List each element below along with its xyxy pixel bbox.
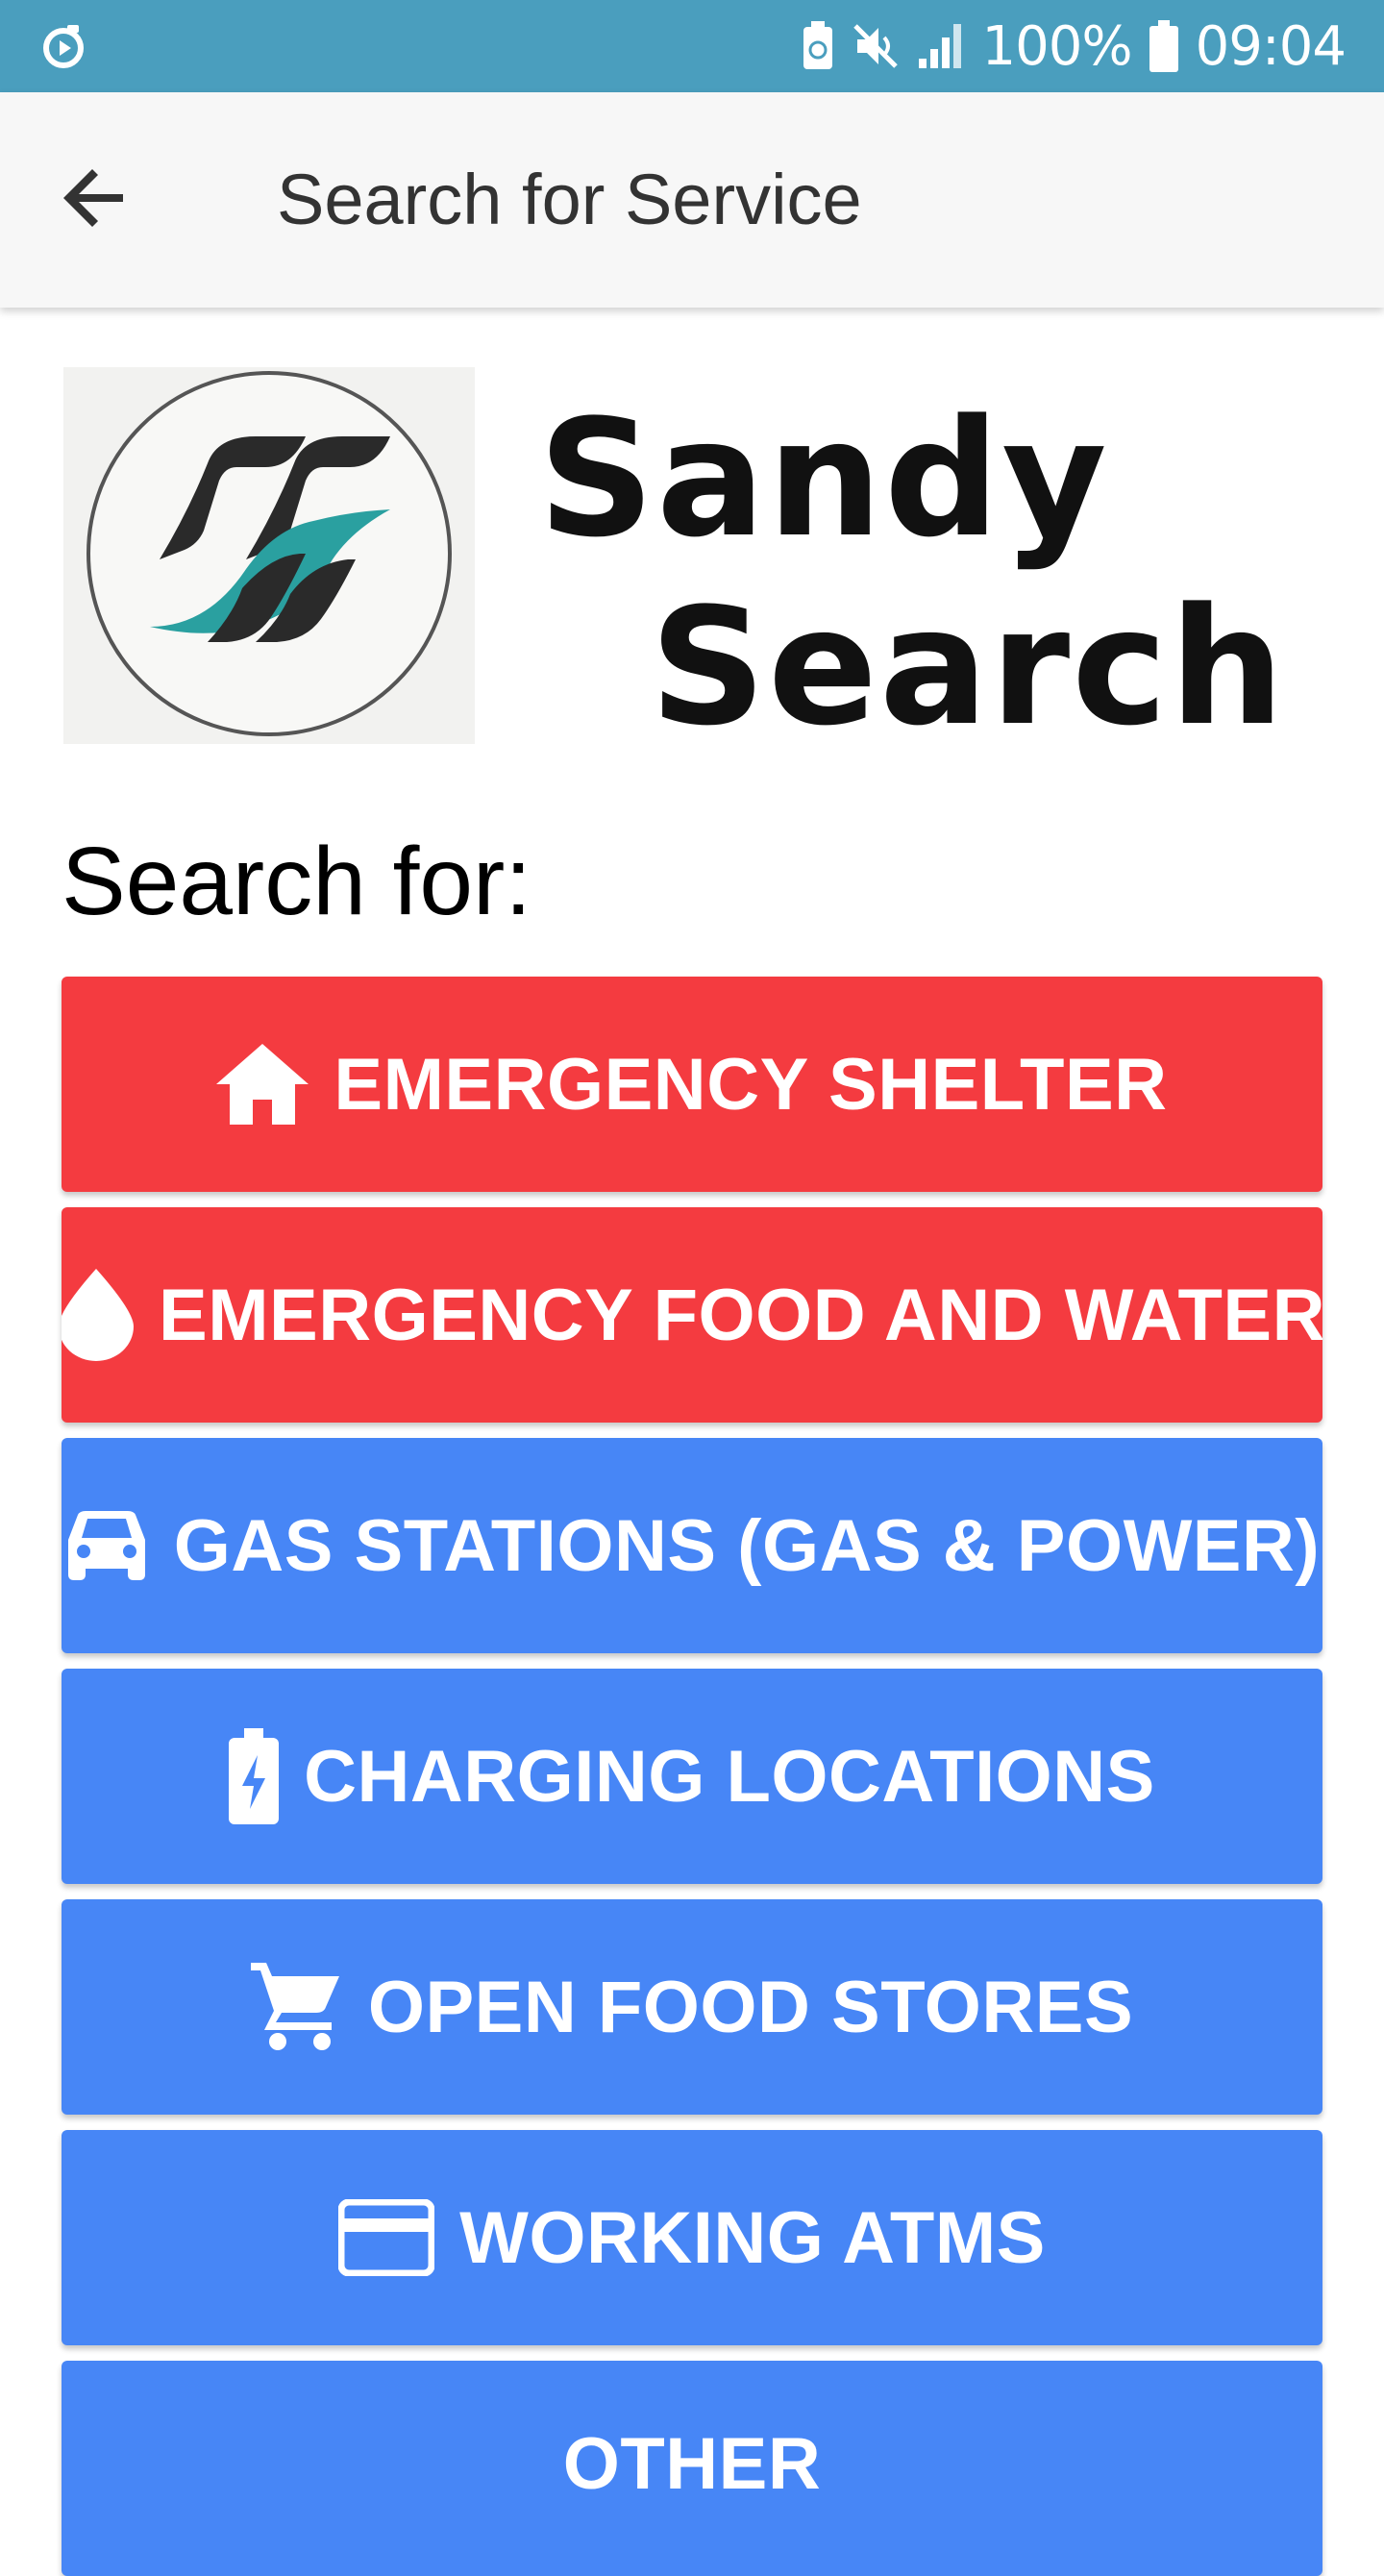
battery-icon [1149,20,1178,72]
signal-icon [917,24,965,68]
app-notification-icon [38,21,88,71]
button-label: CHARGING LOCATIONS [304,1735,1155,1818]
clock: 09:04 [1195,14,1347,78]
button-label: GAS STATIONS (GAS & POWER) [173,1504,1321,1587]
sandy-search-logo: Sandy Search [63,367,1284,761]
app-bar: Search for Service [0,92,1384,308]
battery-percent: 100% [981,14,1133,78]
other-button[interactable]: OTHER [62,2361,1322,2576]
logo-text-line1: Sandy [538,384,1109,573]
battery-charging-icon [229,1728,280,1824]
logo-text-line2: Search [650,573,1287,761]
button-label: EMERGENCY FOOD AND WATER [159,1274,1322,1356]
button-label: WORKING ATMS [459,2196,1046,2279]
water-drop-icon [62,1269,135,1361]
page-title: Search for Service [277,160,862,239]
emergency-shelter-button[interactable]: EMERGENCY SHELTER [62,977,1322,1192]
back-button[interactable] [62,154,185,246]
car-icon [64,1511,149,1580]
cart-icon [250,1963,343,2051]
button-label: OTHER [562,2423,822,2505]
charging-locations-button[interactable]: CHARGING LOCATIONS [62,1669,1322,1884]
button-label: OPEN FOOD STORES [367,1966,1134,2048]
credit-card-icon [338,2199,435,2276]
mute-icon [852,22,900,70]
arrow-back-icon [62,163,131,237]
open-food-stores-button[interactable]: OPEN FOOD STORES [62,1899,1322,2115]
home-icon [216,1044,309,1125]
status-bar: 100% 09:04 [0,0,1384,92]
search-for-heading: Search for: [62,828,532,935]
logo-emblem [63,367,475,744]
status-icons: 100% 09:04 [802,0,1347,92]
button-label: EMERGENCY SHELTER [334,1043,1168,1126]
battery-saver-icon [802,21,834,71]
working-atms-button[interactable]: WORKING ATMS [62,2130,1322,2345]
gas-stations-button[interactable]: GAS STATIONS (GAS & POWER) [62,1438,1322,1653]
emergency-food-water-button[interactable]: EMERGENCY FOOD AND WATER [62,1207,1322,1423]
